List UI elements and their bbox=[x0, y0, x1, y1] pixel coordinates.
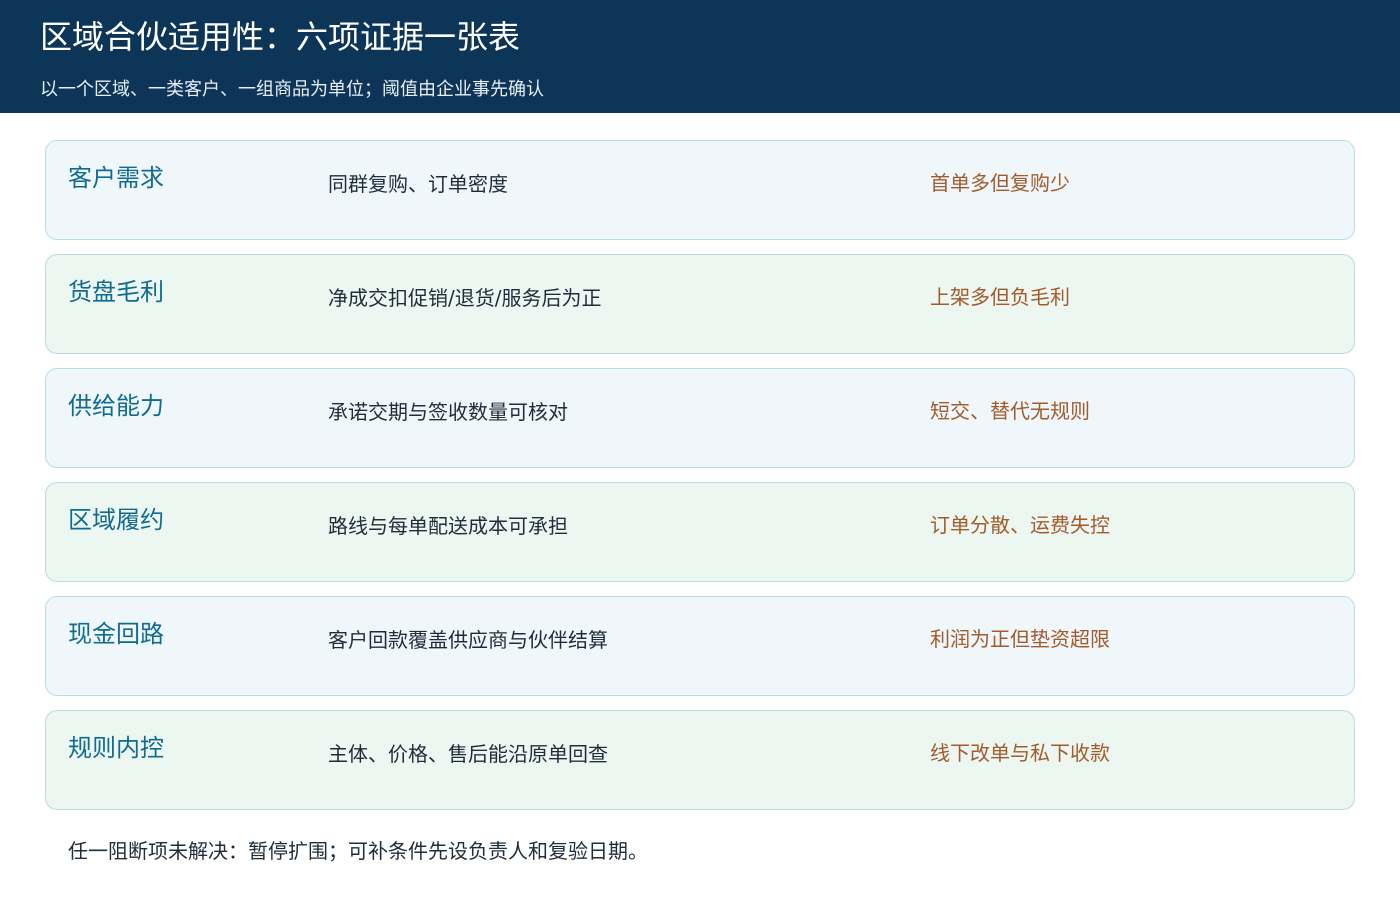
row-title: 区域履约 bbox=[68, 506, 164, 534]
row-title: 规则内控 bbox=[68, 734, 164, 762]
page-header: 区域合伙适用性：六项证据一张表 以一个区域、一类客户、一组商品为单位；阈值由企业… bbox=[0, 0, 1400, 113]
row-title: 现金回路 bbox=[68, 620, 164, 648]
row-evidence: 路线与每单配送成本可承担 bbox=[328, 514, 568, 538]
row-risk: 线下改单与私下收款 bbox=[930, 741, 1110, 765]
evidence-row-supply-capacity: 供给能力 承诺交期与签收数量可核对 短交、替代无规则 bbox=[45, 368, 1355, 468]
evidence-row-cash-loop: 现金回路 客户回款覆盖供应商与伙伴结算 利润为正但垫资超限 bbox=[45, 596, 1355, 696]
evidence-row-customer-demand: 客户需求 同群复购、订单密度 首单多但复购少 bbox=[45, 140, 1355, 240]
row-evidence: 同群复购、订单密度 bbox=[328, 172, 508, 196]
row-evidence: 净成交扣促销/退货/服务后为正 bbox=[328, 286, 602, 310]
row-title: 客户需求 bbox=[68, 164, 164, 192]
row-risk: 首单多但复购少 bbox=[930, 171, 1070, 195]
page-subtitle: 以一个区域、一类客户、一组商品为单位；阈值由企业事先确认 bbox=[40, 79, 544, 100]
row-evidence: 客户回款覆盖供应商与伙伴结算 bbox=[328, 628, 608, 652]
row-risk: 短交、替代无规则 bbox=[930, 399, 1090, 423]
row-risk: 上架多但负毛利 bbox=[930, 285, 1070, 309]
footer-note: 任一阻断项未解决：暂停扩围；可补条件先设负责人和复验日期。 bbox=[68, 839, 648, 863]
evidence-row-rules-control: 规则内控 主体、价格、售后能沿原单回查 线下改单与私下收款 bbox=[45, 710, 1355, 810]
row-title: 货盘毛利 bbox=[68, 278, 164, 306]
row-evidence: 承诺交期与签收数量可核对 bbox=[328, 400, 568, 424]
evidence-row-goods-margin: 货盘毛利 净成交扣促销/退货/服务后为正 上架多但负毛利 bbox=[45, 254, 1355, 354]
evidence-row-regional-fulfillment: 区域履约 路线与每单配送成本可承担 订单分散、运费失控 bbox=[45, 482, 1355, 582]
row-title: 供给能力 bbox=[68, 392, 164, 420]
row-evidence: 主体、价格、售后能沿原单回查 bbox=[328, 742, 608, 766]
row-risk: 订单分散、运费失控 bbox=[930, 513, 1110, 537]
page-title: 区域合伙适用性：六项证据一张表 bbox=[40, 18, 521, 56]
row-risk: 利润为正但垫资超限 bbox=[930, 627, 1110, 651]
page: 区域合伙适用性：六项证据一张表 以一个区域、一类客户、一组商品为单位；阈值由企业… bbox=[0, 0, 1400, 900]
